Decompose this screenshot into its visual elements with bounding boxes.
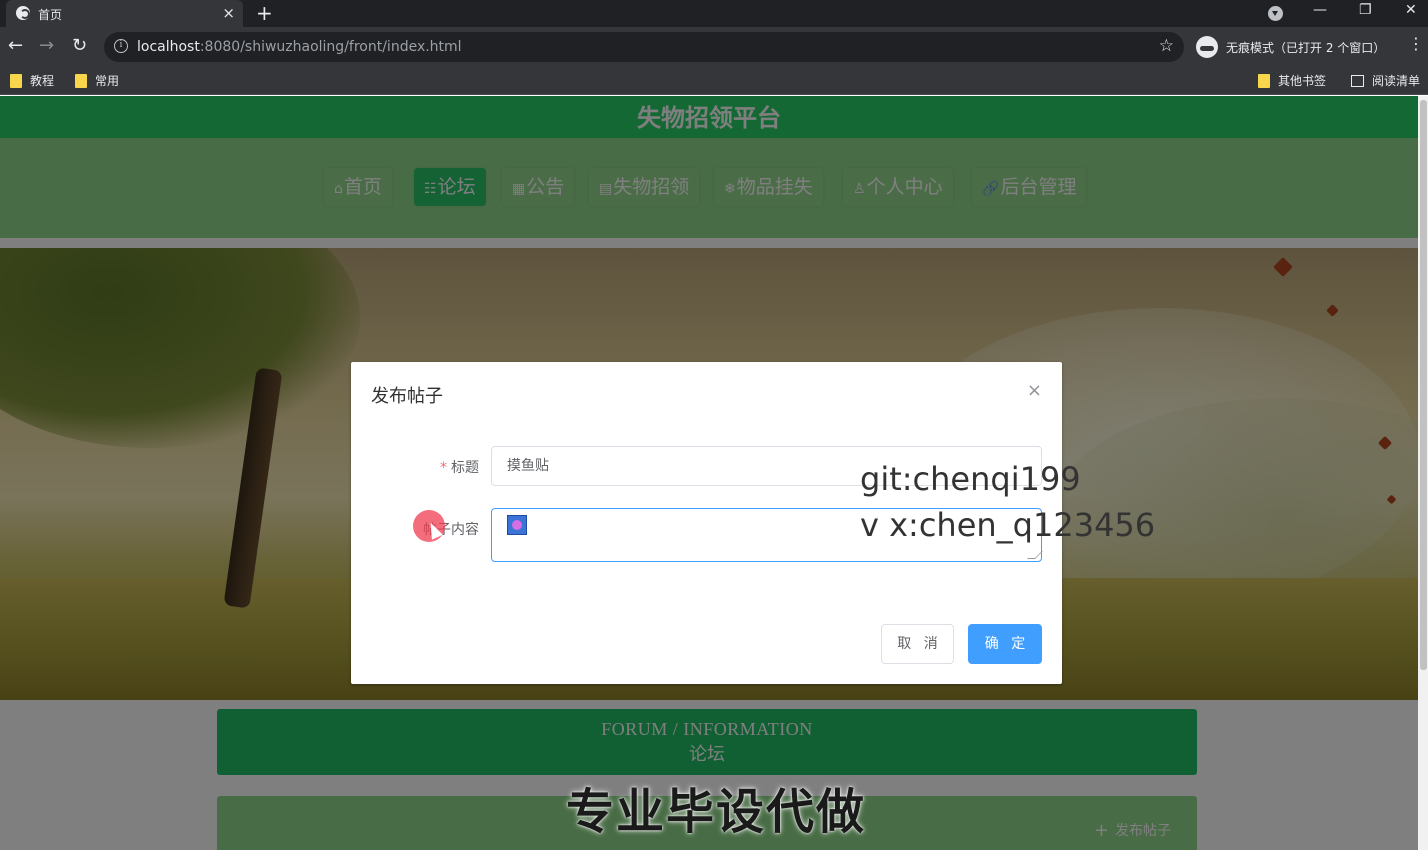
browser-toolbar: ← → ↻ i localhost:8080/shiwuzhaoling/fro… [0,27,1428,67]
tab-search-icon[interactable] [1268,6,1283,21]
site-info-icon[interactable]: i [114,39,128,53]
bookmark-folder[interactable]: 教程 [10,72,54,89]
selected-emoji-icon [507,515,527,535]
bookmark-folder[interactable]: 常用 [75,72,119,89]
close-window-button[interactable]: ✕ [1405,2,1417,18]
url-text: localhost:8080/shiwuzhaoling/front/index… [137,39,462,55]
reading-list-icon [1351,75,1364,87]
folder-icon [1258,74,1270,88]
tab-close-icon[interactable]: × [222,4,235,22]
confirm-button[interactable]: 确 定 [968,624,1042,664]
menu-kebab-icon[interactable]: ⋮ [1408,34,1424,53]
required-asterisk: * [440,460,447,476]
favicon-icon [16,6,30,20]
tab-title: 首页 [38,8,63,22]
folder-icon [75,74,87,88]
dialog-title: 发布帖子 [371,386,443,407]
bookmarks-bar: 教程 常用 其他书签 阅读清单 [0,67,1428,95]
incognito-label: 无痕模式（已打开 2 个窗口） [1226,41,1386,55]
address-bar[interactable]: i localhost:8080/shiwuzhaoling/front/ind… [104,32,1184,62]
incognito-icon [1196,36,1218,58]
back-arrow-icon[interactable]: ← [8,35,23,56]
resize-grip-icon[interactable] [1027,551,1043,559]
reading-list[interactable]: 阅读清单 [1351,72,1420,89]
cancel-button[interactable]: 取 消 [881,624,954,664]
browser-tab[interactable]: 首页 × [6,0,243,27]
bookmark-star-icon[interactable]: ☆ [1159,36,1174,56]
new-tab-button[interactable]: + [256,1,273,25]
scrollbar-thumb[interactable] [1420,100,1427,670]
folder-icon [10,74,22,88]
watermark-caption: 专业毕设代做 [566,784,867,840]
watermark-wechat: v x:chen_q123456 [860,506,1156,544]
reload-icon[interactable]: ↻ [72,35,87,56]
dialog-close-icon[interactable]: × [1027,380,1042,401]
minimize-button[interactable]: — [1313,2,1327,18]
watermark-git: git:chenqi199 [860,460,1081,498]
restore-button[interactable]: ❐ [1359,2,1372,18]
forward-arrow-icon[interactable]: → [39,35,54,56]
browser-tabbar: 首页 × + — ❐ ✕ [0,0,1428,27]
title-field-label: * 标题 [440,460,479,476]
other-bookmarks[interactable]: 其他书签 [1258,72,1326,89]
